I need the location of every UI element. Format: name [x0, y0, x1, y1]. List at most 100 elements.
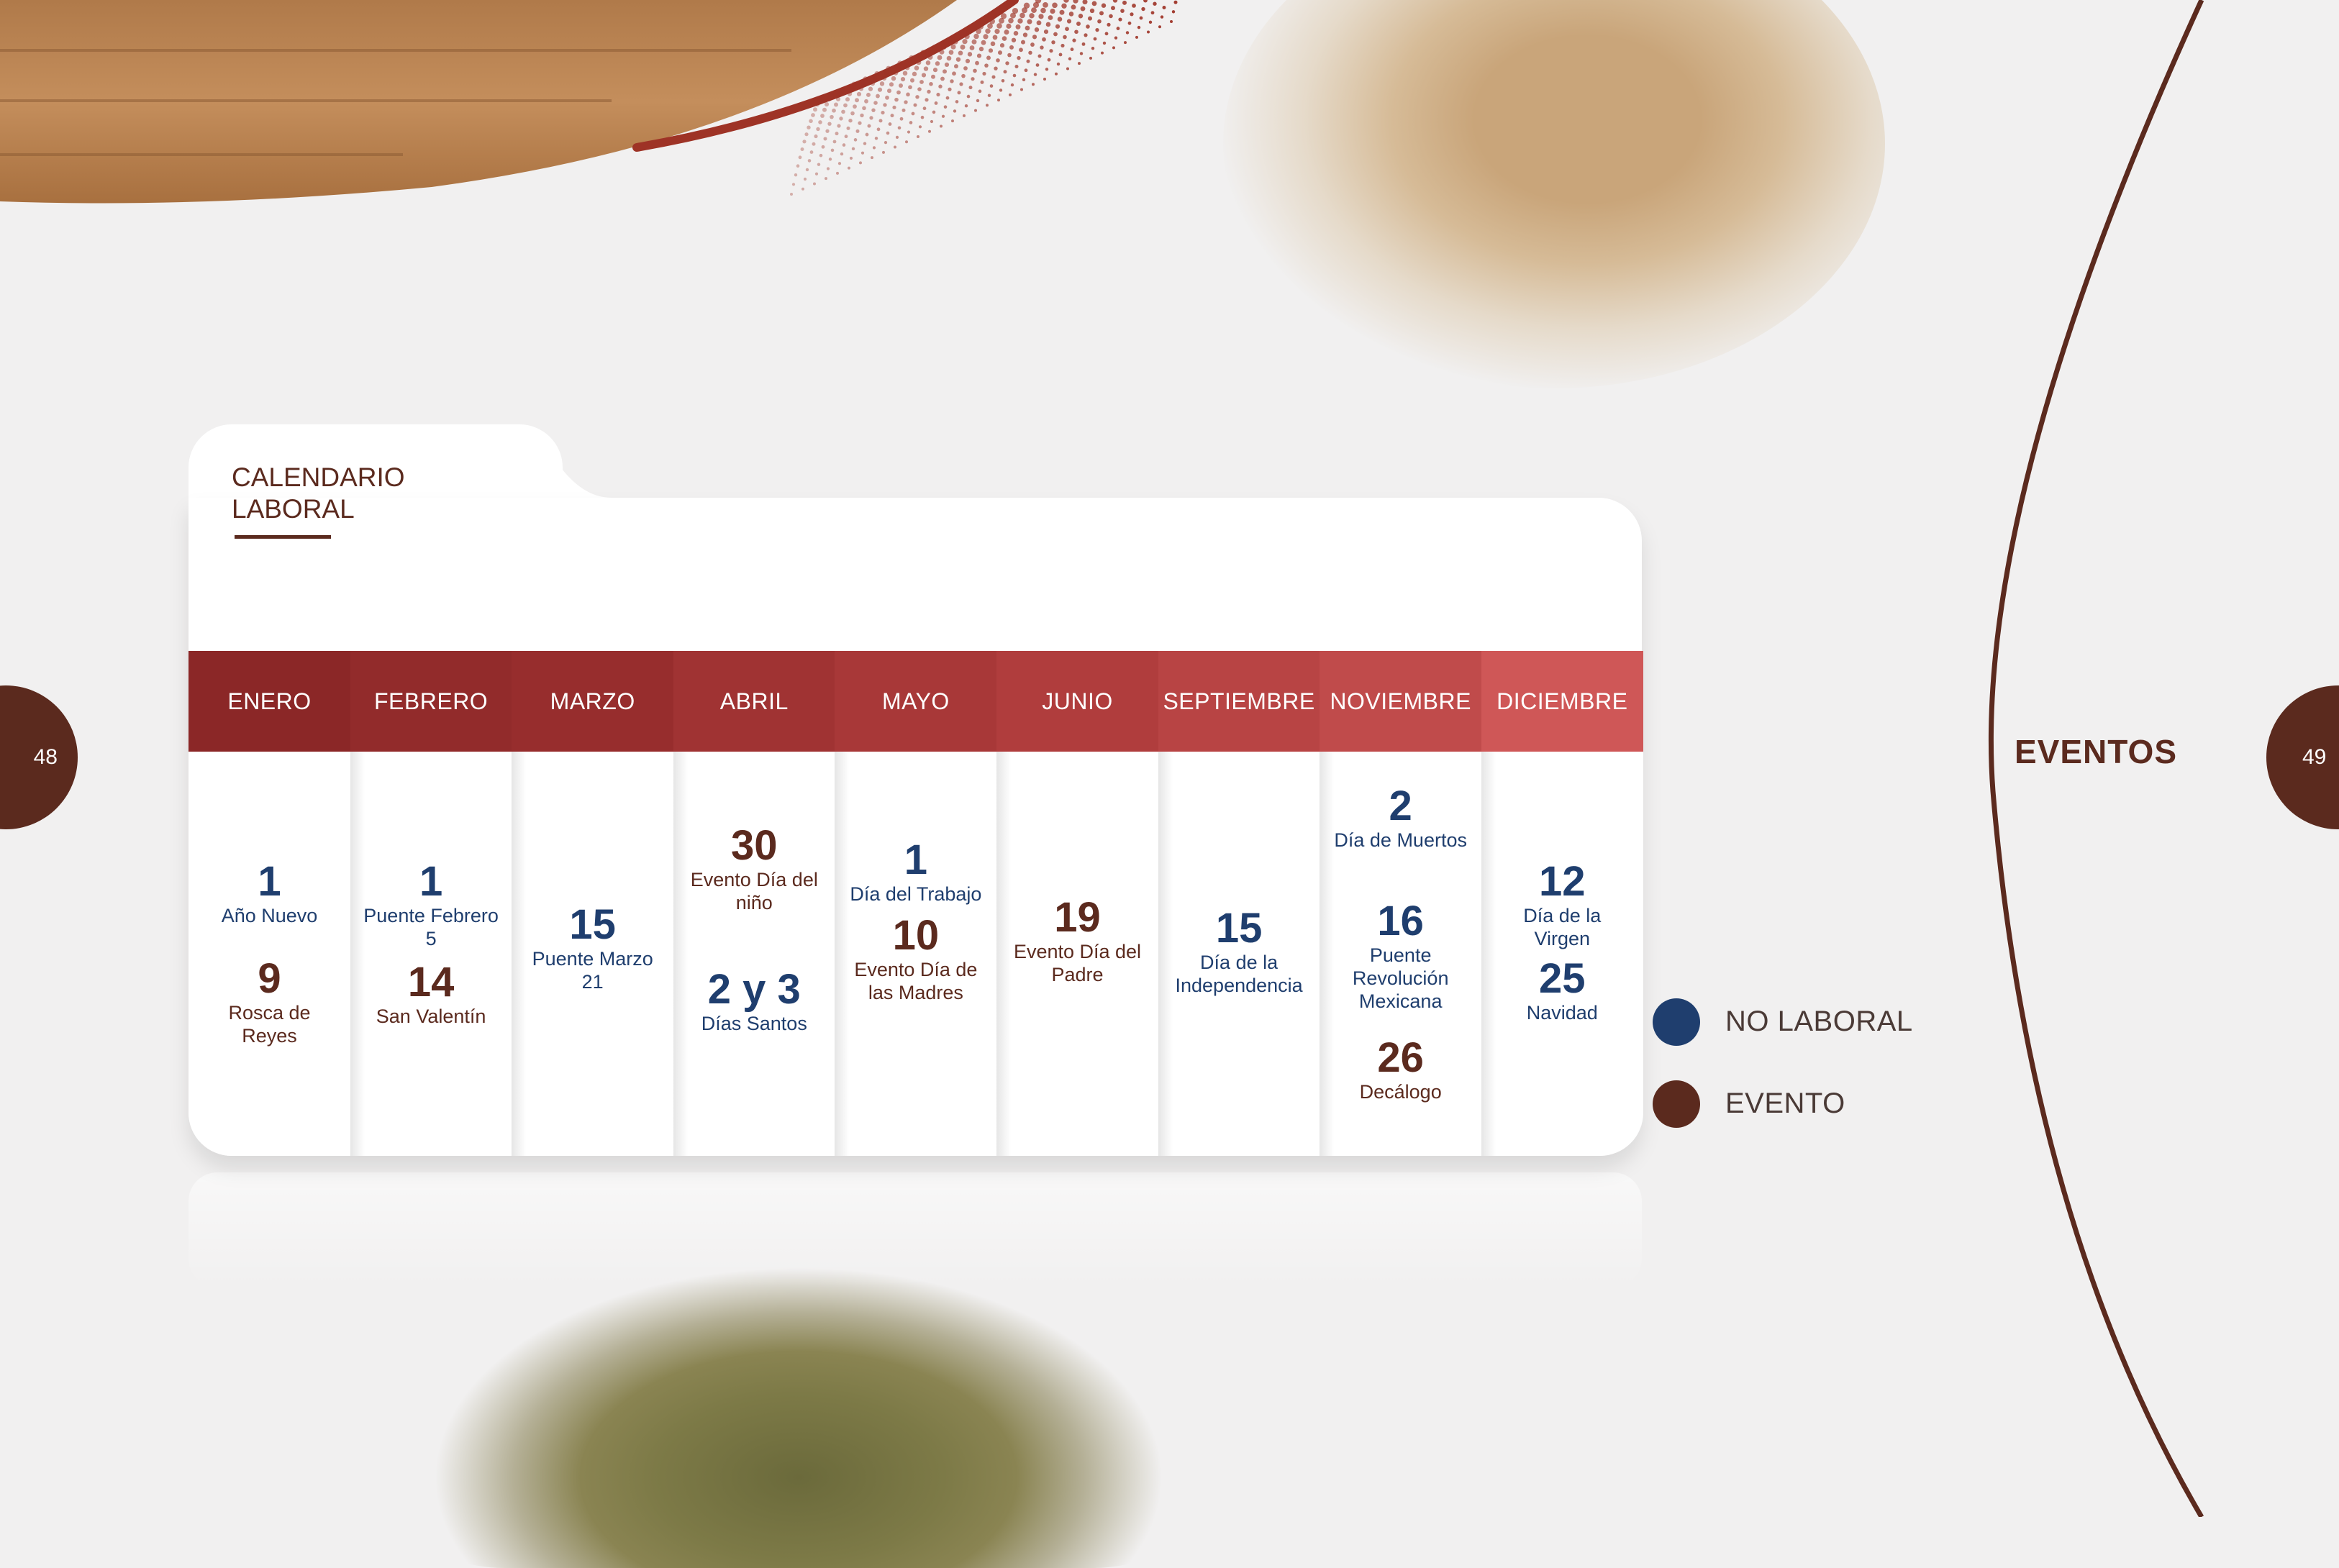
entry-label: Evento Día de las Madres: [854, 959, 978, 1003]
pattern-dot: [843, 103, 848, 108]
pattern-dot: [1170, 20, 1173, 23]
calendar-entry: 25 Navidad: [1481, 957, 1643, 1024]
pattern-dot: [1030, 42, 1035, 47]
pattern-dot: [870, 81, 876, 86]
pattern-dot: [1091, 47, 1095, 50]
pattern-dot: [860, 151, 865, 155]
pattern-dot: [1025, 25, 1030, 31]
pattern-dot: [1147, 30, 1150, 34]
pattern-dot: [858, 121, 862, 125]
card-title-line2: LABORAL: [232, 494, 355, 524]
pattern-dot: [974, 109, 977, 112]
pattern-dot: [876, 94, 880, 99]
pattern-dot: [1074, 29, 1078, 35]
pattern-dot: [895, 135, 899, 139]
month-body: 12 Día de la Virgen 25 Navidad: [1481, 752, 1643, 1156]
pattern-dot: [1009, 93, 1012, 96]
calendar-entry: 15 Puente Marzo 21: [512, 903, 673, 993]
pattern-dot: [1006, 23, 1012, 29]
pattern-dot: [932, 68, 938, 73]
pattern-dot: [943, 39, 949, 45]
pattern-dot: [883, 103, 887, 107]
month-column-enero: ENERO 1 Año Nuevo 9 Rosca de Reyes: [189, 651, 350, 1156]
pattern-dot: [997, 99, 1000, 102]
pattern-dot: [839, 117, 843, 121]
pattern-dot: [1011, 37, 1017, 42]
entry-day: 30: [731, 822, 778, 869]
pattern-dot: [978, 23, 984, 29]
pattern-dot: [1063, 0, 1069, 3]
pattern-dot: [1055, 72, 1058, 76]
pattern-dot: [925, 60, 931, 65]
calendar-entry: 1 Año Nuevo: [189, 860, 350, 927]
pattern-dot: [1003, 70, 1007, 74]
pattern-dot: [931, 74, 935, 79]
pattern-dot: [1019, 47, 1023, 53]
pattern-dot: [832, 108, 836, 113]
calendar-entry: 15 Día de la Independencia: [1158, 906, 1320, 997]
pattern-dot: [914, 65, 919, 70]
pattern-dot: [917, 135, 919, 138]
pattern-dot: [971, 39, 977, 45]
pattern-dot: [830, 114, 834, 119]
pattern-dot: [811, 113, 815, 117]
pattern-dot: [1008, 17, 1014, 24]
pattern-dot: [1095, 28, 1099, 32]
pattern-dot: [813, 107, 817, 112]
pattern-dot: [891, 76, 896, 81]
pattern-dot: [826, 167, 830, 170]
pattern-dot: [812, 142, 816, 146]
pattern-dot: [822, 107, 827, 112]
pattern-dot: [878, 119, 883, 123]
pattern-dot: [969, 45, 975, 50]
pattern-dot: [798, 155, 802, 160]
calendar-entry: 30 Evento Día del niño: [673, 824, 835, 914]
pattern-dot: [1043, 29, 1049, 35]
calendar-entry: 2 Día de Muertos: [1320, 784, 1481, 852]
pattern-dot: [905, 140, 908, 144]
pattern-dot: [846, 126, 850, 130]
card-title-line1: CALENDARIO: [232, 462, 405, 492]
entry-day: 2: [1389, 783, 1412, 829]
pattern-dot: [918, 125, 922, 129]
pattern-dot: [1045, 22, 1051, 27]
legend-no-laboral-dot: [1653, 998, 1700, 1046]
pattern-dot: [1120, 9, 1125, 13]
pattern-dot: [901, 108, 906, 112]
pattern-dot: [918, 55, 924, 60]
pattern-dot: [906, 92, 910, 97]
pattern-dot: [817, 163, 821, 166]
pattern-dot: [932, 45, 937, 50]
dot-pattern-decoration: [790, 0, 1178, 196]
pattern-dot: [899, 83, 903, 88]
pattern-dot: [820, 114, 825, 118]
entry-label: San Valentín: [376, 1006, 486, 1027]
pattern-dot: [1082, 0, 1088, 5]
calendar-entry: 19 Evento Día del Padre: [996, 895, 1158, 986]
pattern-dot: [1012, 73, 1017, 78]
pattern-dot: [971, 77, 975, 81]
herbs-image: [432, 1266, 1166, 1568]
pattern-dot: [851, 81, 857, 87]
pattern-dot: [955, 34, 960, 40]
pattern-dot: [791, 183, 796, 186]
pattern-dot: [834, 102, 838, 107]
calendar-entry: 1 Puente Febrero 5: [350, 860, 512, 950]
pattern-dot: [986, 104, 989, 107]
pattern-dot: [948, 50, 954, 55]
pattern-dot: [999, 88, 1003, 92]
pattern-dot: [1112, 0, 1118, 3]
pattern-dot: [1042, 37, 1046, 42]
pattern-dot: [876, 127, 881, 132]
pattern-dot: [1089, 8, 1095, 14]
pattern-dot: [957, 91, 961, 95]
pattern-dot: [827, 122, 832, 126]
pattern-dot: [1063, 35, 1067, 40]
pattern-dot: [996, 58, 1000, 63]
pattern-dot: [915, 95, 919, 99]
month-column-noviembre: NOVIEMBRE 2 Día de Muertos 16 Puente Revoluc…: [1320, 651, 1482, 1156]
pattern-dot: [1022, 78, 1026, 82]
pattern-dot: [1143, 0, 1148, 3]
entry-day: 15: [569, 901, 616, 948]
pattern-dot: [1020, 88, 1023, 91]
